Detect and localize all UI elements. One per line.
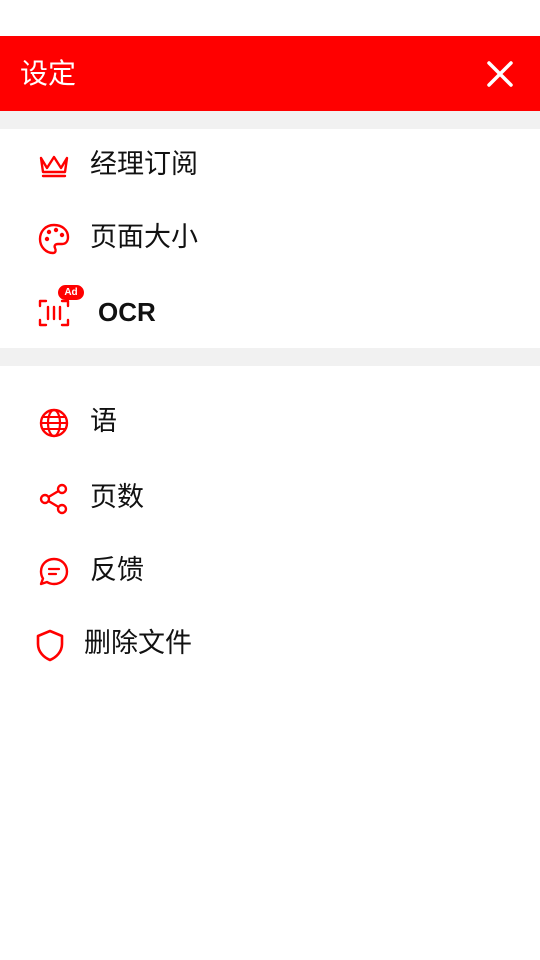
close-button[interactable] [478, 52, 522, 96]
ad-badge: Ad [58, 285, 84, 300]
menu-item-language[interactable]: 语 [0, 389, 540, 455]
menu-item-page-count[interactable]: 页数 [0, 465, 540, 531]
app-header: 设定 [0, 36, 540, 111]
menu-item-label: 反馈 [90, 555, 144, 586]
menu-item-page-size[interactable]: 页面大小 [0, 205, 540, 271]
menu-item-label: 页面大小 [90, 222, 198, 253]
scan-text-icon [36, 295, 72, 331]
status-bar [0, 0, 540, 36]
crown-icon [36, 148, 72, 184]
menu-item-delete-file[interactable]: 删除文件 [0, 611, 540, 677]
menu-item-ocr[interactable]: Ad OCR [0, 279, 540, 345]
section-divider [0, 348, 540, 366]
menu-item-label: OCR [98, 297, 156, 327]
close-icon [487, 61, 513, 87]
menu-item-label: 语 [90, 406, 117, 437]
section-divider [0, 111, 540, 129]
shield-icon [32, 627, 68, 663]
menu-item-label: 经理订阅 [90, 149, 198, 180]
menu-item-feedback[interactable]: 反馈 [0, 538, 540, 604]
share-icon [36, 481, 72, 517]
menu-item-label: 页数 [90, 482, 144, 513]
chat-bubble-icon [36, 554, 72, 590]
palette-icon [36, 221, 72, 257]
globe-icon [36, 405, 72, 441]
menu-item-manage-subscription[interactable]: 经理订阅 [0, 132, 540, 198]
page-title: 设定 [20, 57, 77, 90]
menu-item-label: 删除文件 [84, 628, 192, 659]
